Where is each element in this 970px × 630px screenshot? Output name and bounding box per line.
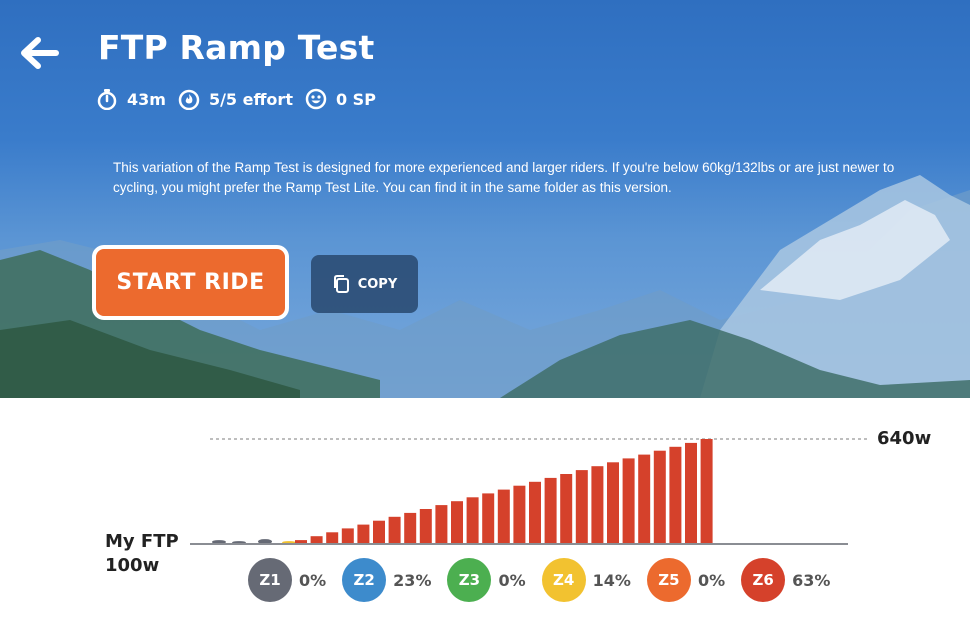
ramp-bar [482,493,495,544]
ramp-bar [607,462,619,544]
ramp-bar [326,532,339,544]
zone-z3: Z3 0% [447,558,526,602]
ramp-bar [622,458,635,544]
zone-distribution: Z1 0% Z2 23% Z3 0% Z4 14% Z5 0% Z6 63% [248,558,846,602]
sp-value: 0 SP [335,89,376,109]
stopwatch-icon [97,89,117,110]
zone-badge: Z4 [541,558,586,602]
effort-stat: 5/5 effort [178,88,293,110]
ramp-bar [575,470,588,544]
ftp-label: My FTP 100w [105,530,179,578]
zone-badge: Z2 [342,558,387,602]
ramp-bar [669,446,682,544]
copy-button[interactable]: COPY [311,255,418,313]
ramp-bar [388,516,401,544]
zone-z4: Z4 14% [541,558,631,602]
flame-icon [178,89,200,110]
ramp-bar [404,512,417,544]
ramp-bar [373,520,385,544]
duration-stat: 43m [96,88,166,110]
zone-percentage: 23% [393,570,432,590]
sp-stat: 0 SP [305,88,376,110]
ftp-label-value: 100w [105,555,160,576]
zone-badge: Z1 [248,558,292,602]
copy-label: COPY [357,276,398,292]
zone-percentage: 63% [792,570,831,590]
ramp-bar [466,497,479,544]
ramp-bar [513,485,526,544]
zone-z2: Z2 23% [342,558,431,602]
ramp-bar [653,450,666,544]
ramp-bar [544,477,557,544]
page-title: FTP Ramp Test [98,28,375,67]
workout-stats: 43m 5/5 effort 0 SP [96,88,388,110]
ramp-bar [700,439,713,544]
effort-value: 5/5 effort [208,89,293,109]
zone-z6: Z6 63% [741,558,830,602]
ramp-bar [451,501,463,544]
ramp-bar [529,481,541,544]
ramp-bar [357,524,370,544]
ramp-bar [560,474,573,544]
zone-badge: Z5 [646,558,691,602]
ftp-label-title: My FTP [105,531,179,552]
start-ride-button[interactable]: START RIDE [92,245,289,320]
hero-banner: FTP Ramp Test 43m 5/5 effort 0 SP This v… [0,0,970,398]
zone-z5: Z5 0% [646,558,726,602]
max-power-label: 640w [877,428,932,449]
ramp-bar [341,528,354,544]
ramp-bar [685,442,697,544]
smiley-icon [305,88,327,110]
ramp-bar [310,536,323,544]
ramp-bar [638,454,651,544]
zone-z1: Z1 0% [248,558,326,602]
back-arrow-icon[interactable] [20,36,60,70]
workout-description: This variation of the Ramp Test is desig… [113,160,895,195]
zone-badge: Z6 [741,558,786,602]
copy-icon [333,275,349,293]
ramp-bar [591,466,604,544]
zone-percentage: 0% [498,570,526,590]
zone-percentage: 0% [697,570,726,590]
duration-value: 43m [127,89,166,109]
zone-percentage: 0% [299,570,327,590]
ramp-bar [419,509,432,544]
ramp-bar [497,489,510,544]
zone-badge: Z3 [447,558,492,602]
ramp-bar [435,505,448,544]
zone-percentage: 14% [592,570,631,590]
